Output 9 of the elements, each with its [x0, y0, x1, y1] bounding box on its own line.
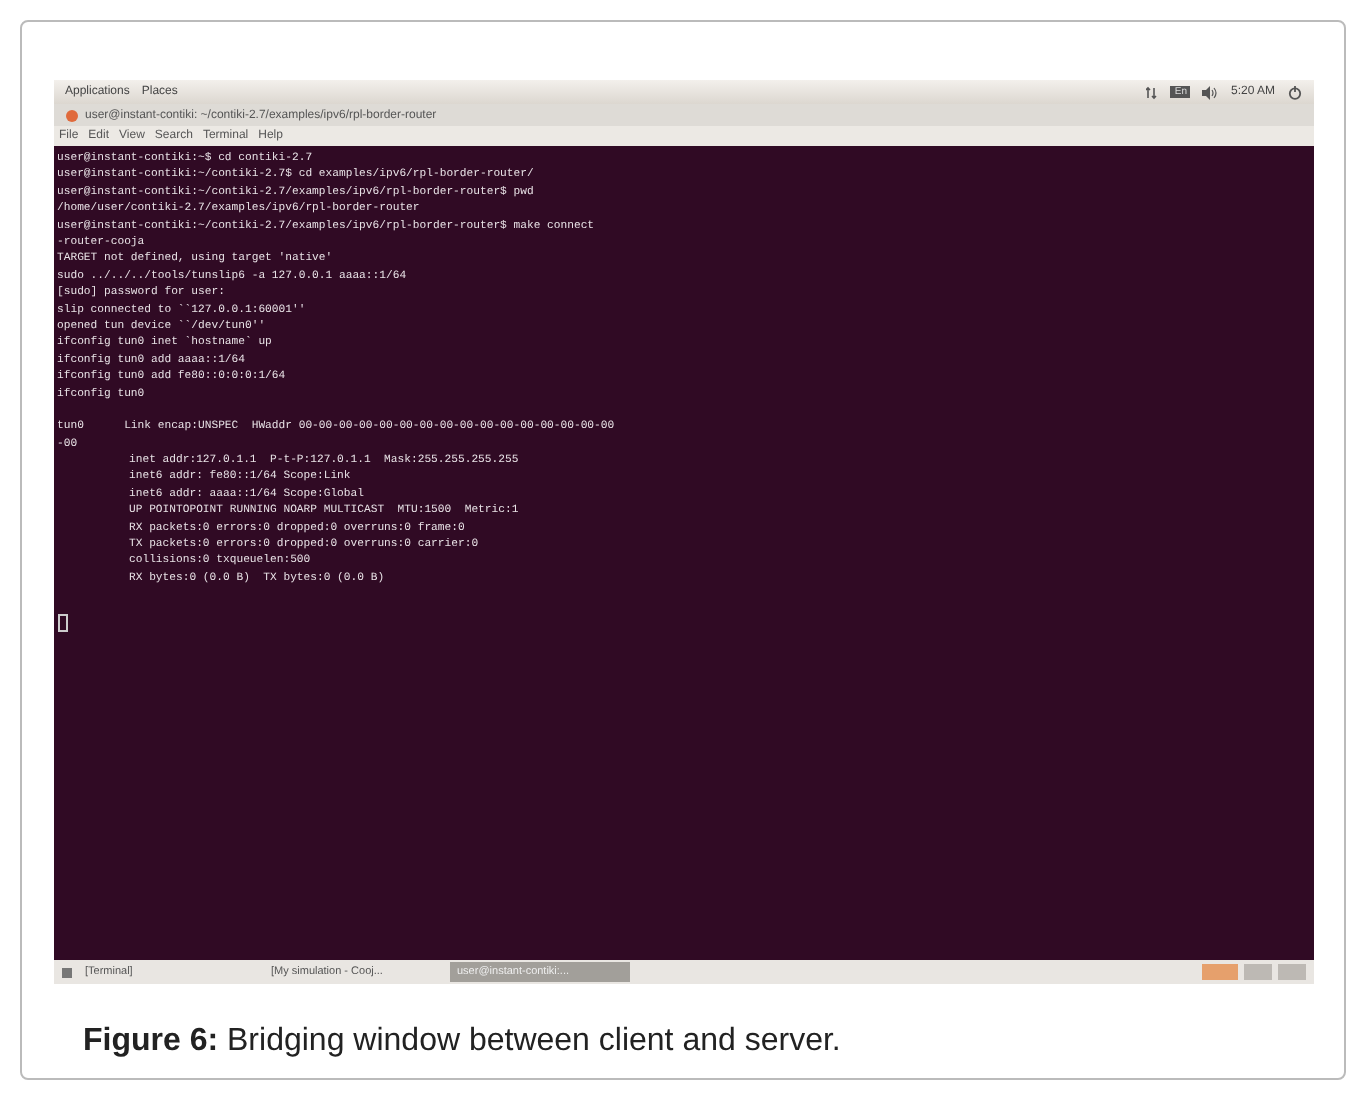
text-cursor: [57, 614, 67, 633]
workspace-switcher[interactable]: [1243, 964, 1271, 980]
figure-caption: Figure 6: Bridging window between client and server.: [83, 1024, 843, 1060]
show-desktop-icon[interactable]: [61, 967, 71, 977]
power-icon[interactable]: [1287, 85, 1301, 99]
workspace-switcher[interactable]: [1277, 964, 1305, 980]
network-icon[interactable]: [1146, 85, 1159, 99]
close-icon[interactable]: [65, 109, 77, 121]
speaker-icon[interactable]: [1202, 85, 1219, 99]
